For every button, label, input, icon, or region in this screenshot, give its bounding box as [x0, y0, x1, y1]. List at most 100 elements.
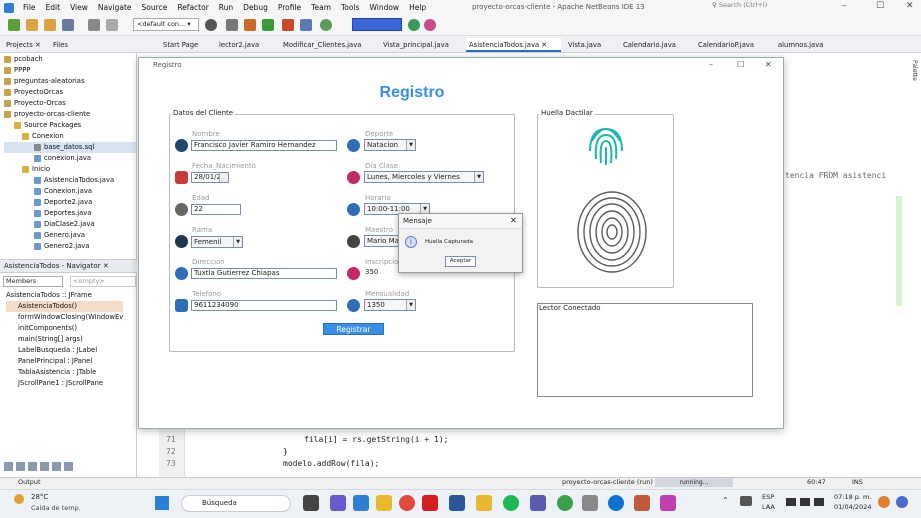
menu-window[interactable]: Window — [364, 3, 404, 12]
filter-icon[interactable] — [40, 462, 49, 471]
filter-icon[interactable] — [52, 462, 61, 471]
mensualidad-select[interactable]: 1350 ▼ — [364, 299, 416, 311]
registro-maximize-button[interactable]: ☐ — [737, 60, 744, 69]
taskbar-search[interactable]: Búsqueda — [181, 495, 291, 512]
whatsapp-icon[interactable] — [557, 495, 573, 511]
direccion-input[interactable]: Tuxtla Gutierrez Chiapas — [191, 268, 337, 279]
tree-item[interactable]: conexion.java — [4, 153, 136, 164]
edad-input[interactable]: 22 — [191, 204, 241, 215]
tab-lector2[interactable]: lector2.java — [216, 38, 262, 52]
chrome-icon[interactable] — [399, 495, 415, 511]
app-icon[interactable] — [330, 495, 346, 511]
undo-icon[interactable] — [88, 19, 100, 31]
menu-view[interactable]: View — [65, 3, 93, 12]
app-icon[interactable] — [660, 495, 676, 511]
tree-item[interactable]: Inicio — [4, 164, 136, 175]
menu-help[interactable]: Help — [404, 3, 431, 12]
tab-start-page[interactable]: Start Page — [160, 38, 201, 52]
app-icon[interactable] — [582, 495, 598, 511]
menu-refactor[interactable]: Refactor — [172, 3, 213, 12]
tab-vista-principal[interactable]: Vista_principal.java — [380, 38, 452, 52]
profiler-icon[interactable] — [424, 19, 436, 31]
tree-item[interactable]: Source Packages — [4, 120, 136, 131]
tree-item[interactable]: Genero.java — [4, 230, 136, 241]
wifi-icon[interactable] — [786, 498, 796, 506]
word-icon[interactable] — [449, 495, 465, 511]
nav-item[interactable]: JScrollPane1 : JScrollPane — [6, 378, 123, 389]
build-icon[interactable] — [226, 19, 238, 31]
filter-icon[interactable] — [4, 462, 13, 471]
tab-files[interactable]: Files — [50, 38, 71, 52]
menu-navigate[interactable]: Navigate — [93, 3, 137, 12]
date-picker-icon[interactable] — [219, 173, 228, 182]
nav-item[interactable]: formWindowClosing(WindowEv — [6, 312, 123, 323]
navigator-empty-select[interactable]: <empty> — [70, 276, 136, 287]
diaclase-select[interactable]: Lunes, Miercoles y Viernes ▼ — [364, 171, 484, 183]
telefono-input[interactable]: 9611234090 — [191, 300, 337, 311]
tree-item[interactable]: Conexion — [4, 131, 136, 142]
memory-indicator[interactable] — [352, 18, 402, 31]
tree-item[interactable]: DiaClase2.java — [4, 219, 136, 230]
filter-icon[interactable] — [28, 462, 37, 471]
registro-close-button[interactable]: ✕ — [765, 60, 772, 69]
tree-item[interactable]: PPPP — [4, 65, 136, 76]
registrar-button[interactable]: Registrar — [323, 323, 384, 335]
redo-icon[interactable] — [106, 19, 118, 31]
apply-changes-icon[interactable] — [320, 19, 332, 31]
nav-item[interactable]: initComponents() — [6, 323, 123, 334]
mensaje-close-button[interactable]: ✕ — [510, 216, 517, 225]
nav-item-selected[interactable]: AsistenciaTodos() — [6, 301, 124, 312]
nav-item[interactable]: main(String[] args) — [6, 334, 123, 345]
battery-icon[interactable] — [814, 498, 824, 506]
menu-source[interactable]: Source — [137, 3, 173, 12]
tree-item[interactable]: ProyectoOrcas — [4, 87, 136, 98]
new-file-icon[interactable] — [8, 19, 20, 31]
tree-item[interactable]: pcobach — [4, 54, 136, 65]
tab-alumnos[interactable]: alumnos.java — [775, 38, 826, 52]
nav-item[interactable]: PanelPrincipal : JPanel — [6, 356, 123, 367]
tree-item[interactable]: proyecto-orcas-cliente — [4, 109, 136, 120]
task-view-icon[interactable] — [303, 495, 319, 511]
save-all-icon[interactable] — [62, 19, 74, 31]
close-button[interactable]: ✕ — [906, 1, 914, 11]
language-indicator[interactable]: ESP — [762, 493, 774, 501]
edge-icon[interactable] — [608, 495, 624, 511]
aceptar-button[interactable]: Aceptar — [445, 256, 476, 267]
nav-item[interactable]: LabelBusqueda : JLabel — [6, 345, 123, 356]
tree-item[interactable]: Conexion.java — [4, 186, 136, 197]
volume-icon[interactable] — [800, 498, 810, 506]
deporte-select[interactable]: Natacion ▼ — [364, 139, 416, 151]
navigator-filter-select[interactable]: Members — [3, 276, 63, 287]
profile-icon[interactable] — [300, 19, 312, 31]
palette-side-tab[interactable]: Palette — [911, 60, 918, 81]
fecha-input[interactable]: 28/01/2 — [191, 172, 229, 183]
tab-modificar-clientes[interactable]: Modificar_Clientes.java — [280, 38, 364, 52]
tree-item[interactable]: Deportes.java — [4, 208, 136, 219]
weather-icon[interactable] — [14, 494, 24, 504]
tab-vista[interactable]: Vista.java — [565, 38, 604, 52]
menu-file[interactable]: File — [18, 3, 41, 12]
minimize-button[interactable]: – — [842, 1, 847, 11]
run-icon[interactable] — [262, 19, 274, 31]
close-icon[interactable]: ✕ — [35, 41, 41, 49]
menu-run[interactable]: Run — [214, 3, 238, 12]
copilot-icon[interactable] — [896, 496, 908, 508]
app-icon[interactable] — [353, 495, 369, 511]
teams-icon[interactable] — [530, 495, 546, 511]
tab-asistencia-todos[interactable]: AsistenciaTodos.java ✕ — [466, 38, 561, 52]
clock-time[interactable]: 07:18 p. m. — [834, 493, 871, 501]
menu-debug[interactable]: Debug — [238, 3, 273, 12]
filter-icon[interactable] — [64, 462, 73, 471]
menu-edit[interactable]: Edit — [41, 3, 66, 12]
folder-icon[interactable] — [476, 495, 492, 511]
output-tab[interactable]: Output — [18, 478, 41, 486]
chevron-up-icon[interactable]: ⌃ — [722, 496, 729, 505]
menu-tools[interactable]: Tools — [336, 3, 364, 12]
tree-item-selected[interactable]: base_datos.sql — [4, 142, 136, 153]
registro-minimize-button[interactable]: – — [709, 60, 713, 69]
close-icon[interactable]: ✕ — [541, 41, 547, 49]
open-project-icon[interactable] — [44, 19, 56, 31]
youtube-icon[interactable] — [422, 495, 438, 511]
lector-status-area[interactable] — [537, 303, 753, 397]
menu-team[interactable]: Team — [306, 3, 336, 12]
